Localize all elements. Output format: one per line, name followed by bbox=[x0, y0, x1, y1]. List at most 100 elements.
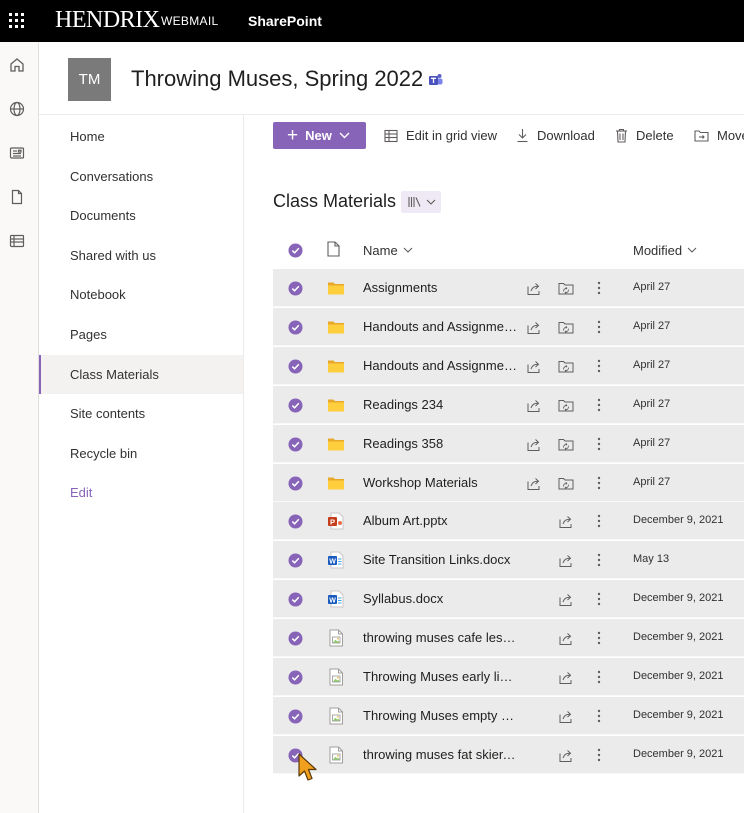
more-options-icon[interactable] bbox=[593, 396, 605, 414]
share-icon[interactable] bbox=[526, 281, 541, 296]
nav-item-documents[interactable]: Documents bbox=[39, 196, 243, 235]
row-selected-checkbox[interactable] bbox=[288, 281, 303, 296]
share-icon[interactable] bbox=[558, 748, 573, 763]
view-options-button[interactable] bbox=[401, 191, 441, 213]
sync-folder-icon[interactable] bbox=[558, 320, 574, 335]
delete-button[interactable]: Delete bbox=[615, 122, 674, 149]
file-row[interactable]: throwing muses cafe leslie front.jpg Dece… bbox=[273, 619, 744, 658]
file-row[interactable]: Throwing Muses early live.jpg December 9,… bbox=[273, 658, 744, 696]
file-name-link[interactable]: Workshop Materials bbox=[363, 475, 518, 490]
more-options-icon[interactable] bbox=[593, 279, 605, 297]
file-row[interactable]: Readings 358 April 27 bbox=[273, 424, 744, 463]
row-selected-checkbox[interactable] bbox=[288, 631, 303, 646]
file-name-link[interactable]: Throwing Muses empty gym.jpg bbox=[363, 708, 518, 723]
share-icon[interactable] bbox=[526, 359, 541, 374]
sync-folder-icon[interactable] bbox=[558, 476, 574, 491]
new-button[interactable]: + New bbox=[273, 122, 366, 149]
share-icon[interactable] bbox=[526, 320, 541, 335]
teams-icon[interactable] bbox=[428, 72, 444, 88]
file-row[interactable]: Throwing Muses empty gym.jpg December 9, … bbox=[273, 696, 744, 735]
app-launcher-icon[interactable] bbox=[9, 13, 25, 29]
file-name-link[interactable]: Syllabus.docx bbox=[363, 591, 518, 606]
modified-column-header[interactable]: Modified bbox=[633, 240, 697, 260]
file-name-link[interactable]: throwing muses cafe leslie front.jpg bbox=[363, 630, 518, 645]
file-row[interactable]: Handouts and Assignments April 27 bbox=[273, 307, 744, 346]
move-to-button[interactable]: Move bbox=[694, 122, 744, 149]
share-icon[interactable] bbox=[558, 553, 573, 568]
more-options-icon[interactable] bbox=[593, 357, 605, 375]
more-options-icon[interactable] bbox=[593, 590, 605, 608]
sync-folder-icon[interactable] bbox=[558, 398, 574, 413]
brand-webmail-link[interactable]: WEBMAIL bbox=[161, 14, 218, 28]
share-icon[interactable] bbox=[558, 514, 573, 529]
row-selected-checkbox[interactable] bbox=[288, 476, 303, 491]
sync-folder-icon[interactable] bbox=[558, 359, 574, 374]
file-row[interactable]: throwing muses fat skier.jpg December 9, … bbox=[273, 735, 744, 774]
file-name-link[interactable]: Site Transition Links.docx bbox=[363, 552, 518, 567]
news-icon[interactable] bbox=[8, 144, 26, 162]
file-name-link[interactable]: Album Art.pptx bbox=[363, 513, 518, 528]
more-options-icon[interactable] bbox=[593, 551, 605, 569]
row-selected-checkbox[interactable] bbox=[288, 398, 303, 413]
app-name[interactable]: SharePoint bbox=[248, 13, 322, 29]
row-selected-checkbox[interactable] bbox=[288, 553, 303, 568]
file-row[interactable]: Readings 234 April 27 bbox=[273, 385, 744, 424]
file-row[interactable]: W Syllabus.docx December 9, 2021 bbox=[273, 580, 744, 619]
file-name-link[interactable]: Readings 358 bbox=[363, 436, 518, 451]
nav-item-shared-with-us[interactable]: Shared with us bbox=[39, 236, 243, 275]
nav-item-conversations[interactable]: Conversations bbox=[39, 157, 243, 196]
file-row[interactable]: Workshop Materials April 27 bbox=[273, 463, 744, 502]
nav-item-pages[interactable]: Pages bbox=[39, 315, 243, 354]
share-icon[interactable] bbox=[526, 437, 541, 452]
file-type-column-icon[interactable] bbox=[327, 241, 340, 257]
file-name-link[interactable]: Readings 234 bbox=[363, 397, 518, 412]
nav-item-home[interactable]: Home bbox=[39, 117, 243, 156]
row-selected-checkbox[interactable] bbox=[288, 592, 303, 607]
row-selected-checkbox[interactable] bbox=[288, 320, 303, 335]
file-row[interactable]: Assignments April 27 bbox=[273, 269, 744, 307]
more-options-icon[interactable] bbox=[593, 474, 605, 492]
more-options-icon[interactable] bbox=[593, 746, 605, 764]
more-options-icon[interactable] bbox=[593, 707, 605, 725]
file-row[interactable]: W Site Transition Links.docx May 13 bbox=[273, 541, 744, 580]
share-icon[interactable] bbox=[558, 670, 573, 685]
row-selected-checkbox[interactable] bbox=[288, 670, 303, 685]
more-options-icon[interactable] bbox=[593, 512, 605, 530]
row-selected-checkbox[interactable] bbox=[288, 709, 303, 724]
share-icon[interactable] bbox=[558, 709, 573, 724]
download-button[interactable]: Download bbox=[516, 122, 595, 149]
select-all-checkbox[interactable] bbox=[288, 243, 303, 258]
share-icon[interactable] bbox=[558, 631, 573, 646]
row-selected-checkbox[interactable] bbox=[288, 359, 303, 374]
brand-logo[interactable]: HENDRIX bbox=[55, 7, 160, 34]
file-row[interactable]: Handouts and Assignments April 27 bbox=[273, 346, 744, 385]
more-options-icon[interactable] bbox=[593, 318, 605, 336]
lists-icon[interactable] bbox=[8, 232, 26, 250]
edit-grid-view-button[interactable]: Edit in grid view bbox=[384, 122, 497, 149]
row-selected-checkbox[interactable] bbox=[288, 514, 303, 529]
name-column-header[interactable]: Name bbox=[363, 240, 413, 260]
home-icon[interactable] bbox=[8, 56, 26, 74]
file-name-link[interactable]: Throwing Muses early live.jpg bbox=[363, 669, 518, 684]
nav-item-class-materials[interactable]: Class Materials bbox=[39, 354, 243, 394]
share-icon[interactable] bbox=[526, 398, 541, 413]
more-options-icon[interactable] bbox=[593, 668, 605, 686]
site-title[interactable]: Throwing Muses, Spring 2022 bbox=[131, 66, 423, 92]
more-options-icon[interactable] bbox=[593, 435, 605, 453]
share-icon[interactable] bbox=[526, 476, 541, 491]
row-selected-checkbox[interactable] bbox=[288, 437, 303, 452]
file-name-link[interactable]: Assignments bbox=[363, 280, 518, 295]
sync-folder-icon[interactable] bbox=[558, 281, 574, 296]
file-name-link[interactable]: throwing muses fat skier.jpg bbox=[363, 747, 518, 762]
globe-icon[interactable] bbox=[8, 100, 26, 118]
nav-item-notebook[interactable]: Notebook bbox=[39, 275, 243, 314]
file-row[interactable]: P Album Art.pptx December 9, 2021 bbox=[273, 502, 744, 541]
nav-item-site-contents[interactable]: Site contents bbox=[39, 394, 243, 433]
site-logo[interactable]: TM bbox=[68, 58, 111, 101]
file-name-link[interactable]: Handouts and Assignments bbox=[363, 319, 518, 334]
share-icon[interactable] bbox=[558, 592, 573, 607]
nav-edit-link[interactable]: Edit bbox=[39, 473, 243, 512]
nav-item-recycle-bin[interactable]: Recycle bin bbox=[39, 434, 243, 473]
more-options-icon[interactable] bbox=[593, 629, 605, 647]
files-icon[interactable] bbox=[8, 188, 26, 206]
